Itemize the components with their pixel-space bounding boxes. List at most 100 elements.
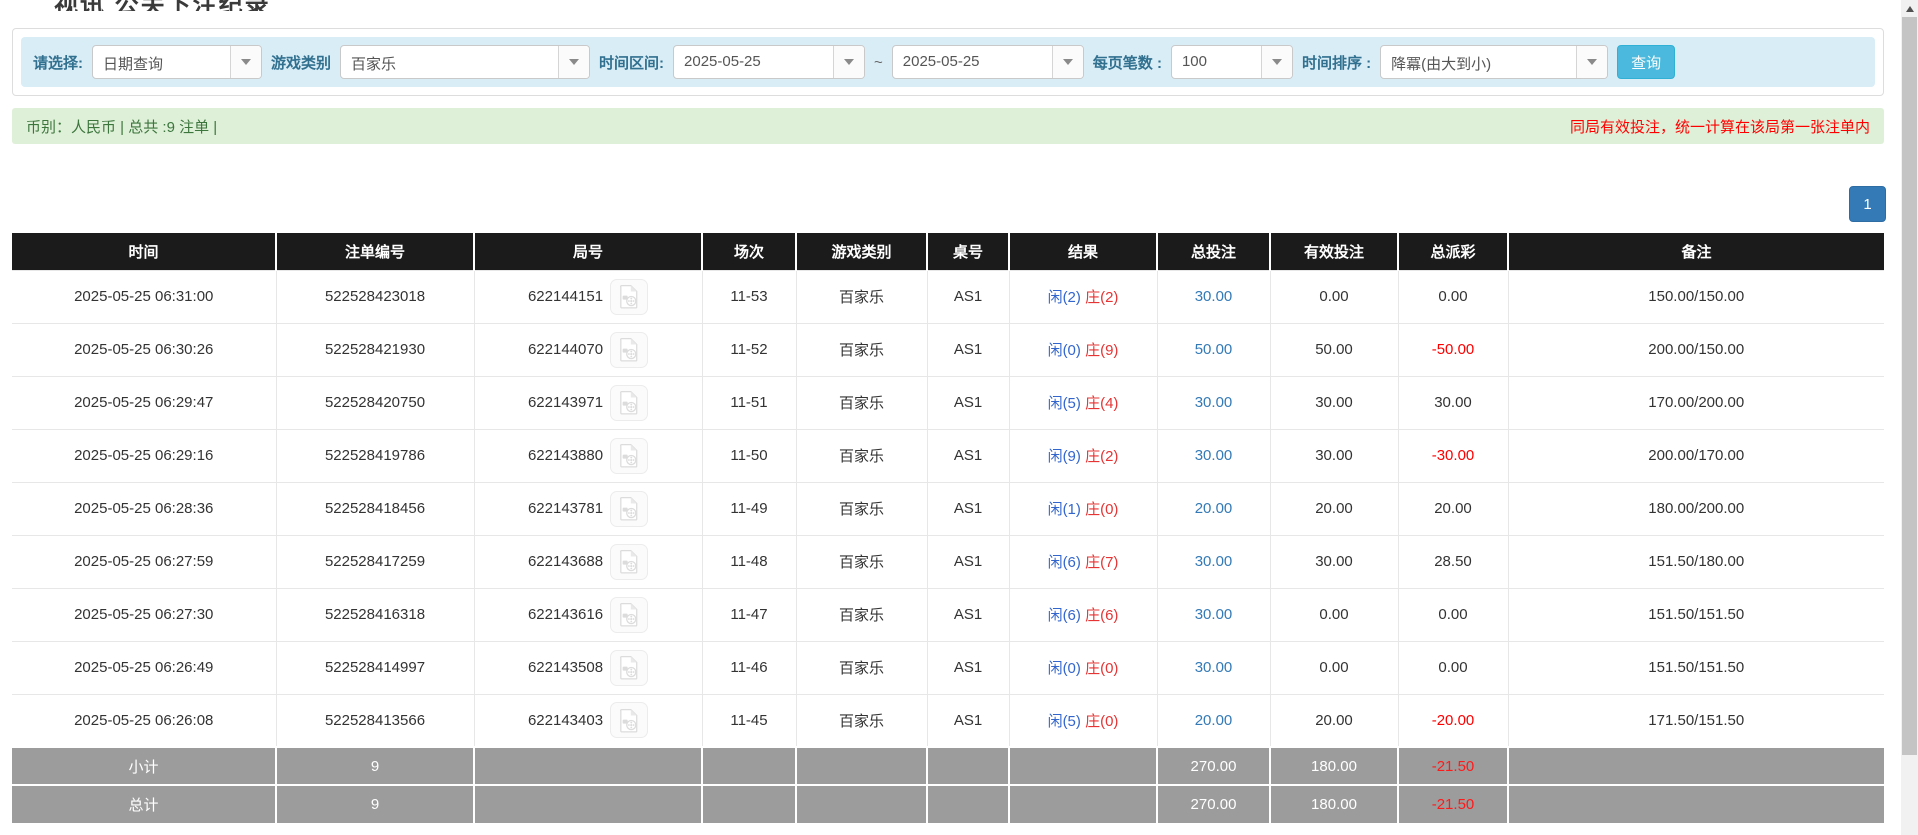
video-file-icon[interactable] — [610, 438, 648, 474]
cell-total-bet: 30.00 — [1157, 588, 1270, 641]
round-number: 622144151 — [528, 288, 603, 305]
page-1-button[interactable]: 1 — [1849, 186, 1886, 222]
cell-note: 200.00/170.00 — [1508, 429, 1884, 482]
summary-bar: 币别：人民币 | 总共 :9 注单 | 同局有效投注，统一计算在该局第一张注单内 — [12, 108, 1884, 144]
cell-note: 180.00/200.00 — [1508, 482, 1884, 535]
cell-time: 2025-05-25 06:27:59 — [12, 535, 276, 588]
cell-bet-id: 522528421930 — [276, 323, 474, 376]
cell-game-type: 百家乐 — [796, 270, 927, 323]
total-bet-link[interactable]: 30.00 — [1195, 606, 1233, 623]
total-bet-link[interactable]: 30.00 — [1195, 659, 1233, 676]
total-bet-link[interactable]: 50.00 — [1195, 341, 1233, 358]
cell-session: 11-45 — [702, 694, 796, 747]
video-file-icon[interactable] — [610, 279, 648, 315]
cell-payout: 0.00 — [1398, 641, 1508, 694]
per-page-select[interactable]: 100 — [1171, 45, 1293, 79]
video-file-icon[interactable] — [610, 385, 648, 421]
cell-result: 闲(1) 庄(0) — [1009, 482, 1157, 535]
chevron-down-icon[interactable] — [230, 46, 261, 78]
chevron-down-icon[interactable] — [1052, 46, 1083, 78]
cell-table-number: AS1 — [927, 323, 1009, 376]
cell-note: 171.50/151.50 — [1508, 694, 1884, 747]
table-row: 2025-05-25 06:26:49 522528414997 6221435… — [12, 641, 1884, 694]
result-banker: 庄(6) — [1085, 607, 1118, 624]
cell-round: 622143508 — [474, 641, 702, 694]
per-page-label: 每页笔数 : — [1093, 52, 1162, 73]
table-row: 2025-05-25 06:26:08 522528413566 6221434… — [12, 694, 1884, 747]
cell-valid-bet: 20.00 — [1270, 482, 1398, 535]
query-type-value: 日期查询 — [93, 46, 230, 78]
cell-session: 11-53 — [702, 270, 796, 323]
cell-payout: 0.00 — [1398, 270, 1508, 323]
cell-time: 2025-05-25 06:26:49 — [12, 641, 276, 694]
cell-note: 170.00/200.00 — [1508, 376, 1884, 429]
total-bet-link[interactable]: 20.00 — [1195, 712, 1233, 729]
round-number: 622143508 — [528, 659, 603, 676]
column-header-7: 总投注 — [1157, 233, 1270, 270]
cell-total-bet: 30.00 — [1157, 270, 1270, 323]
records-table-wrap: 时间注单编号局号场次游戏类别桌号结果总投注有效投注总派彩备注 2025-05-2… — [12, 233, 1884, 823]
date-to-select[interactable]: 2025-05-25 — [892, 45, 1084, 79]
result-banker: 庄(4) — [1085, 395, 1118, 412]
cell-valid-bet: 30.00 — [1270, 535, 1398, 588]
round-number: 622144070 — [528, 341, 603, 358]
total-bet-link[interactable]: 30.00 — [1195, 553, 1233, 570]
game-type-select[interactable]: 百家乐 — [340, 45, 590, 79]
scroll-up-icon[interactable] — [1901, 0, 1918, 17]
cell-total-bet: 30.00 — [1157, 641, 1270, 694]
video-file-icon[interactable] — [610, 332, 648, 368]
video-file-icon[interactable] — [610, 544, 648, 580]
chevron-down-icon[interactable] — [558, 46, 589, 78]
video-file-icon[interactable] — [610, 597, 648, 633]
total-bet-link[interactable]: 20.00 — [1195, 500, 1233, 517]
search-button[interactable]: 查询 — [1617, 45, 1675, 79]
chevron-down-icon[interactable] — [833, 46, 864, 78]
cell-session: 11-49 — [702, 482, 796, 535]
round-number: 622143781 — [528, 500, 603, 517]
result-player: 闲(0) — [1048, 342, 1081, 359]
subtotal-row: 小计 9 270.00 180.00 -21.50 — [12, 747, 1884, 785]
chevron-down-icon[interactable] — [1576, 46, 1607, 78]
subtotal-count: 9 — [276, 747, 474, 785]
sort-order-select[interactable]: 降冪(由大到小) — [1380, 45, 1608, 79]
result-banker: 庄(9) — [1085, 342, 1118, 359]
video-file-icon[interactable] — [610, 491, 648, 527]
table-row: 2025-05-25 06:29:47 522528420750 6221439… — [12, 376, 1884, 429]
cell-table-number: AS1 — [927, 270, 1009, 323]
cell-game-type: 百家乐 — [796, 588, 927, 641]
column-header-10: 备注 — [1508, 233, 1884, 270]
total-bet-link[interactable]: 30.00 — [1195, 447, 1233, 464]
total-bet-link[interactable]: 30.00 — [1195, 394, 1233, 411]
sort-order-value: 降冪(由大到小) — [1381, 46, 1576, 78]
cell-session: 11-51 — [702, 376, 796, 429]
cell-payout: -20.00 — [1398, 694, 1508, 747]
table-row: 2025-05-25 06:27:30 522528416318 6221436… — [12, 588, 1884, 641]
cell-result: 闲(6) 庄(6) — [1009, 588, 1157, 641]
cell-total-bet: 30.00 — [1157, 535, 1270, 588]
column-header-3: 场次 — [702, 233, 796, 270]
total-bet-link[interactable]: 30.00 — [1195, 288, 1233, 305]
video-file-icon[interactable] — [610, 702, 648, 738]
query-type-label: 请选择: — [33, 52, 83, 73]
scrollbar-thumb[interactable] — [1902, 17, 1917, 755]
query-type-select[interactable]: 日期查询 — [92, 45, 262, 79]
pagination: 1 — [12, 186, 1886, 222]
cell-note: 200.00/150.00 — [1508, 323, 1884, 376]
vertical-scrollbar[interactable] — [1901, 0, 1918, 835]
date-from-select[interactable]: 2025-05-25 — [673, 45, 865, 79]
cell-payout: 0.00 — [1398, 588, 1508, 641]
chevron-down-icon[interactable] — [1261, 46, 1292, 78]
round-number: 622143688 — [528, 553, 603, 570]
cell-table-number: AS1 — [927, 376, 1009, 429]
table-row: 2025-05-25 06:30:26 522528421930 6221440… — [12, 323, 1884, 376]
cell-result: 闲(6) 庄(7) — [1009, 535, 1157, 588]
video-file-icon[interactable] — [610, 650, 648, 686]
cell-round: 622144070 — [474, 323, 702, 376]
cell-table-number: AS1 — [927, 694, 1009, 747]
cell-round: 622143616 — [474, 588, 702, 641]
cell-valid-bet: 0.00 — [1270, 588, 1398, 641]
time-range-label: 时间区间: — [599, 52, 664, 73]
cell-result: 闲(9) 庄(2) — [1009, 429, 1157, 482]
result-banker: 庄(2) — [1085, 289, 1118, 306]
column-header-4: 游戏类别 — [796, 233, 927, 270]
